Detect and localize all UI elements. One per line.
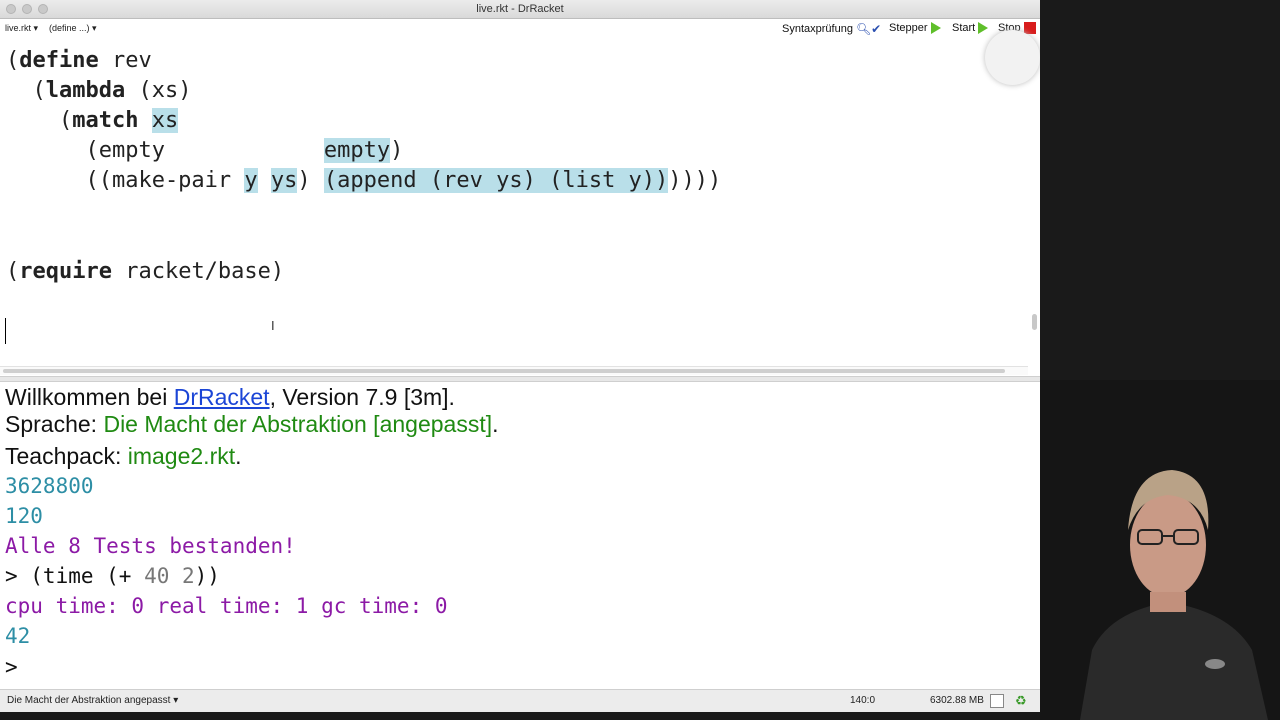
window-title: live.rkt - DrRacket — [476, 3, 564, 15]
corner-overlay — [985, 30, 1040, 85]
cursor-position: 140:0 — [850, 695, 876, 706]
code-line-5: ((make-pair y ys) (append (rev ys) (list… — [6, 168, 722, 193]
language-line: Sprache: Die Macht der Abstraktion [ange… — [5, 411, 499, 437]
gc-indicator-box — [990, 694, 1004, 708]
memory-usage: 6302.88 MB — [930, 695, 984, 706]
text-caret — [5, 318, 6, 344]
run-button[interactable]: Start — [952, 22, 989, 34]
status-bar: Die Macht der Abstraktion angepasst ▾ 14… — [0, 689, 1040, 712]
define-menu[interactable]: (define ...) ▾ — [49, 23, 97, 34]
editor-vertical-scrollbar[interactable] — [1032, 314, 1037, 330]
editor-horizontal-scrollbar[interactable] — [0, 366, 1028, 375]
output-line: 42 — [5, 624, 31, 648]
repl-input-line: > (time (+ 40 2)) — [5, 564, 220, 588]
output-line: 3628800 — [5, 474, 94, 498]
welcome-line: Willkommen bei DrRacket, Version 7.9 [3m… — [5, 384, 455, 410]
test-result-line: Alle 8 Tests bestanden! — [5, 534, 296, 558]
stepper-label: Stepper — [889, 22, 928, 34]
run-label: Start — [952, 22, 976, 34]
stepper-button[interactable]: Stepper — [889, 22, 941, 34]
interactions-pane[interactable]: Willkommen bei DrRacket, Version 7.9 [3m… — [0, 382, 1028, 688]
drracket-window: live.rkt - DrRacket live.rkt ▾ (define .… — [0, 0, 1040, 712]
repl-prompt[interactable]: > — [5, 655, 18, 679]
presenter-video — [1040, 380, 1280, 720]
ibeam-cursor-icon: Ι — [271, 318, 275, 333]
time-output-line: cpu time: 0 real time: 1 gc time: 0 — [5, 594, 448, 618]
teachpack-line: Teachpack: image2.rkt. — [5, 443, 242, 469]
code-line-require: (require racket/base) — [6, 259, 285, 284]
definitions-editor[interactable]: (define rev (lambda (xs) (match xs (empt… — [0, 40, 1028, 362]
title-bar: live.rkt - DrRacket — [0, 0, 1040, 19]
file-menu[interactable]: live.rkt ▾ — [5, 23, 38, 34]
stop-icon — [1023, 22, 1036, 34]
magnifier-check-icon: 🔍︎✔ — [855, 22, 882, 36]
syntax-check-label: Syntaxprüfung — [782, 23, 853, 35]
recycle-icon[interactable]: ♻ — [1015, 693, 1027, 709]
code-line-3: (match xs — [6, 108, 179, 133]
webcam-overlay — [1040, 380, 1280, 720]
horizontal-scroll-thumb[interactable] — [3, 369, 1005, 373]
drracket-link[interactable]: DrRacket — [174, 384, 270, 410]
toolbar: live.rkt ▾ (define ...) ▾ Syntaxprüfung … — [0, 19, 1040, 39]
syntax-check-button[interactable]: Syntaxprüfung 🔍︎✔ — [782, 22, 881, 36]
stepper-icon — [930, 22, 941, 34]
code-line-1: (define rev — [6, 48, 152, 73]
language-selector[interactable]: Die Macht der Abstraktion angepasst ▾ — [7, 695, 178, 706]
output-line: 120 — [5, 504, 43, 528]
run-icon — [978, 22, 989, 34]
code-line-4: (empty empty) — [6, 138, 404, 163]
code-line-2: (lambda (xs) — [6, 78, 192, 103]
